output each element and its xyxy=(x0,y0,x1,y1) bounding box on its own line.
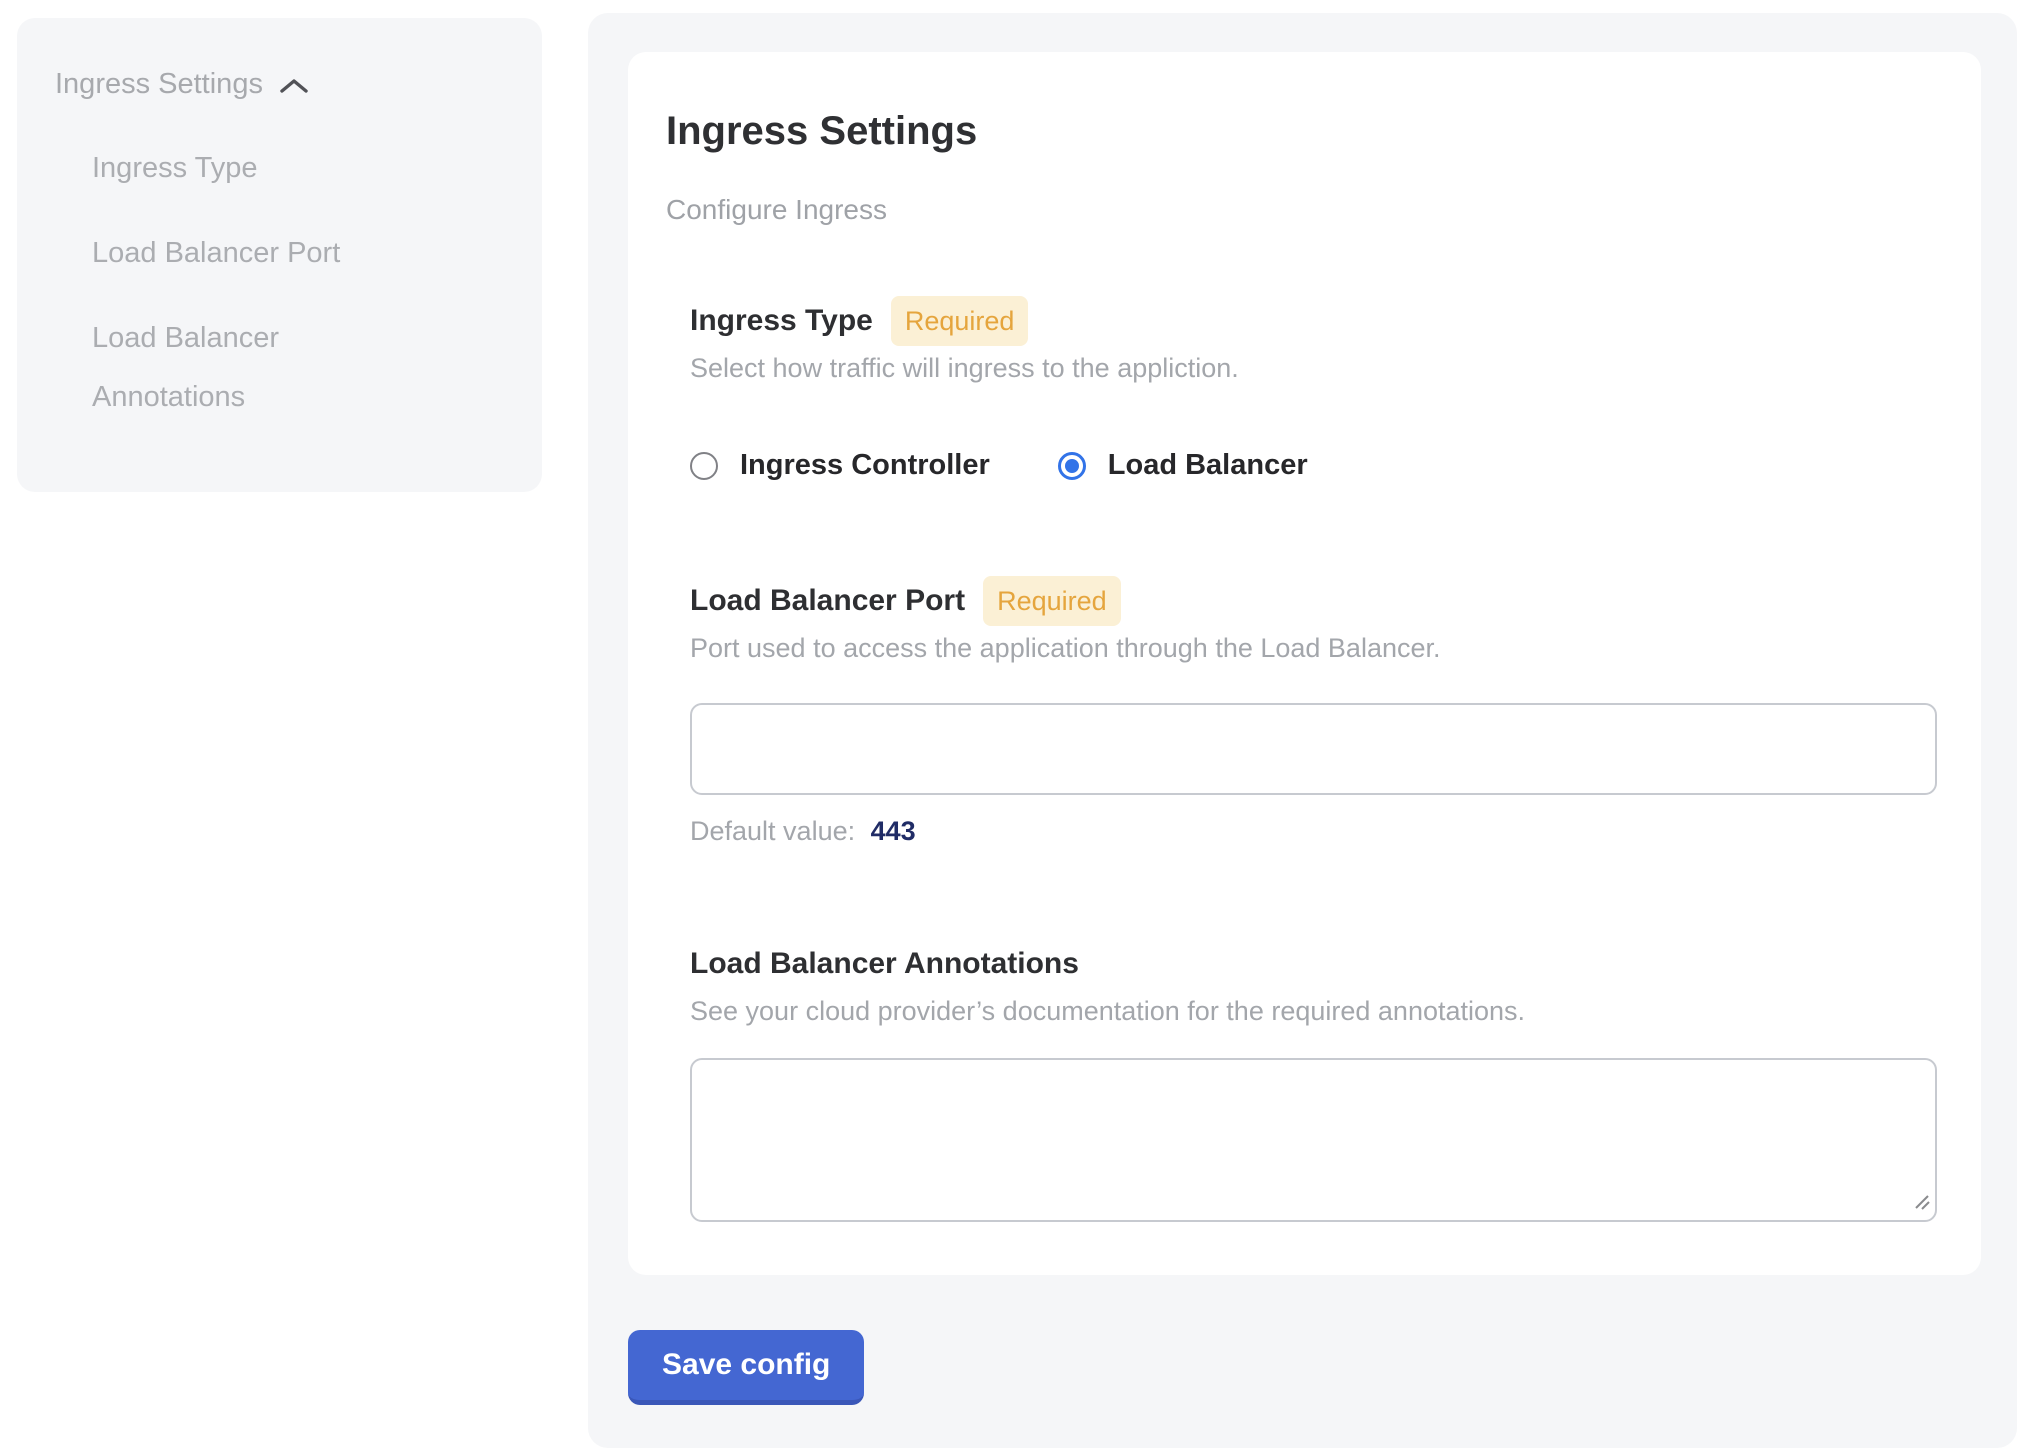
page: Ingress Settings Ingress Type Load Balan… xyxy=(0,0,2036,1452)
section-description: Port used to access the application thro… xyxy=(690,632,1937,665)
ingress-settings-panel: Ingress Settings Configure Ingress Ingre… xyxy=(588,13,2017,1448)
required-badge: Required xyxy=(891,296,1029,346)
radio-selected-icon[interactable] xyxy=(1058,452,1086,480)
section-heading-row: Load Balancer Port Required xyxy=(690,576,1937,626)
ingress-settings-card: Ingress Settings Configure Ingress Ingre… xyxy=(628,52,1981,1275)
section-heading: Load Balancer Annotations xyxy=(690,947,1079,981)
required-badge: Required xyxy=(983,576,1121,626)
section-description: See your cloud provider’s documentation … xyxy=(690,995,1937,1028)
radio-load-balancer[interactable]: Load Balancer xyxy=(1058,449,1308,482)
sidebar-group-label: Ingress Settings xyxy=(55,68,263,101)
radio-label: Ingress Controller xyxy=(740,449,990,482)
annotations-textarea-wrap xyxy=(690,1058,1937,1222)
page-subtitle: Configure Ingress xyxy=(666,193,1937,226)
load-balancer-port-input[interactable] xyxy=(690,703,1937,795)
section-heading: Ingress Type xyxy=(690,304,873,338)
section-load-balancer-annotations: Load Balancer Annotations See your cloud… xyxy=(690,939,1937,1222)
section-ingress-type: Ingress Type Required Select how traffic… xyxy=(690,296,1937,482)
load-balancer-annotations-textarea[interactable] xyxy=(690,1058,1937,1222)
default-value: 443 xyxy=(871,816,916,846)
radio-dot xyxy=(1065,459,1079,473)
default-value-row: Default value: 443 xyxy=(690,816,1937,847)
default-value-label: Default value: xyxy=(690,816,855,846)
ingress-type-radio-group: Ingress Controller Load Balancer xyxy=(690,449,1937,482)
radio-unselected-icon[interactable] xyxy=(690,452,718,480)
sidebar-item-load-balancer-port[interactable]: Load Balancer Port xyxy=(92,224,422,283)
radio-label: Load Balancer xyxy=(1108,449,1308,482)
save-config-button[interactable]: Save config xyxy=(628,1330,864,1405)
settings-sidebar: Ingress Settings Ingress Type Load Balan… xyxy=(17,18,542,492)
sidebar-group-ingress-settings[interactable]: Ingress Settings xyxy=(55,68,514,101)
section-description: Select how traffic will ingress to the a… xyxy=(690,352,1937,385)
sidebar-item-load-balancer-annotations[interactable]: Load Balancer Annotations xyxy=(92,309,422,427)
section-heading-row: Ingress Type Required xyxy=(690,296,1937,346)
radio-ingress-controller[interactable]: Ingress Controller xyxy=(690,449,990,482)
section-heading: Load Balancer Port xyxy=(690,584,965,618)
sidebar-items: Ingress Type Load Balancer Port Load Bal… xyxy=(92,139,514,427)
section-load-balancer-port: Load Balancer Port Required Port used to… xyxy=(690,576,1937,847)
sidebar-item-ingress-type[interactable]: Ingress Type xyxy=(92,139,422,198)
page-title: Ingress Settings xyxy=(666,107,1937,155)
chevron-up-icon xyxy=(279,74,309,95)
section-heading-row: Load Balancer Annotations xyxy=(690,939,1937,989)
